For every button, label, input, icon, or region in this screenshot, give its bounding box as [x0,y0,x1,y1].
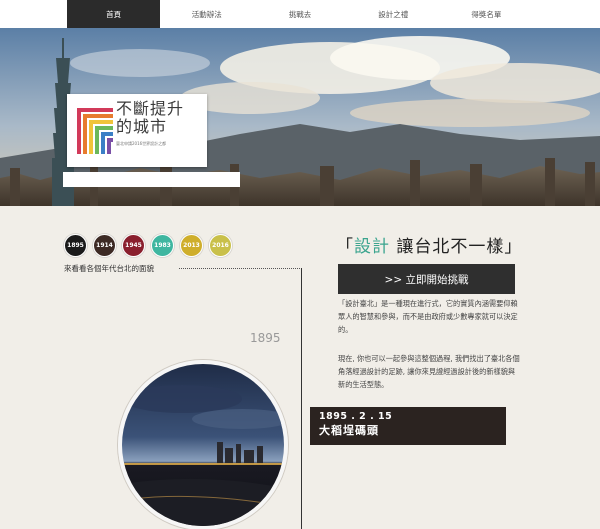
decade-label: 2013 [183,242,200,249]
description-paragraph-1: 「設計臺北」是一種現在進行式，它的實質內涵需要仰賴眾人的智慧和參與，而不是由政府… [338,299,518,334]
hero-text-field[interactable] [63,172,240,187]
headline: 「設計 讓台北不一樣」 [336,232,522,257]
timeline-line [301,268,302,529]
decade-1983-button[interactable]: 1983 [151,234,174,257]
headline-open-bracket: 「 [336,237,354,257]
decade-1895-button[interactable]: 1895 [64,234,87,257]
decade-1945-button[interactable]: 1945 [122,234,145,257]
logo-title-line1: 不斷提升 [116,99,185,118]
harbor-night-photo [122,364,284,526]
nav-challenge[interactable]: 挑戰去 [253,0,347,28]
decade-1914-button[interactable]: 1914 [93,234,116,257]
decade-label: 1983 [154,242,171,249]
logo-title: 不斷提升 的城市 [116,100,184,136]
dotted-divider [179,268,302,269]
decade-selector: 1895 1914 1945 1983 2013 2016 [64,234,232,257]
nav-design-gift[interactable]: 設計之禮 [346,0,440,28]
start-challenge-button[interactable]: >> 立即開始挑戰 [338,264,515,294]
decade-2016-button[interactable]: 2016 [209,234,232,257]
decade-2013-button[interactable]: 2013 [180,234,203,257]
caption-date: 1895 . 2 . 15 [319,411,393,422]
headline-highlight: 設計 [354,237,390,257]
headline-close-bracket: 」 [504,237,523,257]
current-year: 1895 [250,331,281,345]
decade-label: 1945 [125,242,142,249]
decade-label: 1914 [96,242,113,249]
decade-label: 2016 [212,242,229,249]
logo-subtitle: 臺北申請2016世界設計之都 [116,141,167,146]
historic-photo [118,360,288,529]
decade-note: 來看看各個年代台北的面貌 [64,264,154,273]
nav-winners[interactable]: 得獎名單 [439,0,534,28]
main-nav: 首頁 活動辦法 挑戰去 設計之禮 得獎名單 [67,0,534,28]
logo-stripes-icon [77,108,113,154]
description-paragraph-2: 現在, 你也可以一起參與這整個過程, 我們找出了臺北各個角落經過設計的足跡, 讓… [338,354,520,389]
nav-rules[interactable]: 活動辦法 [160,0,254,28]
decade-label: 1895 [67,242,84,249]
campaign-logo: 不斷提升 的城市 臺北申請2016世界設計之都 [67,94,207,167]
nav-home[interactable]: 首頁 [67,0,161,28]
logo-title-line2: 的城市 [116,117,168,136]
caption-place: 大稻埕碼頭 [319,424,379,437]
headline-rest: 讓台北不一樣 [396,237,505,257]
photo-caption: 1895 . 2 . 15 大稻埕碼頭 [310,407,506,445]
